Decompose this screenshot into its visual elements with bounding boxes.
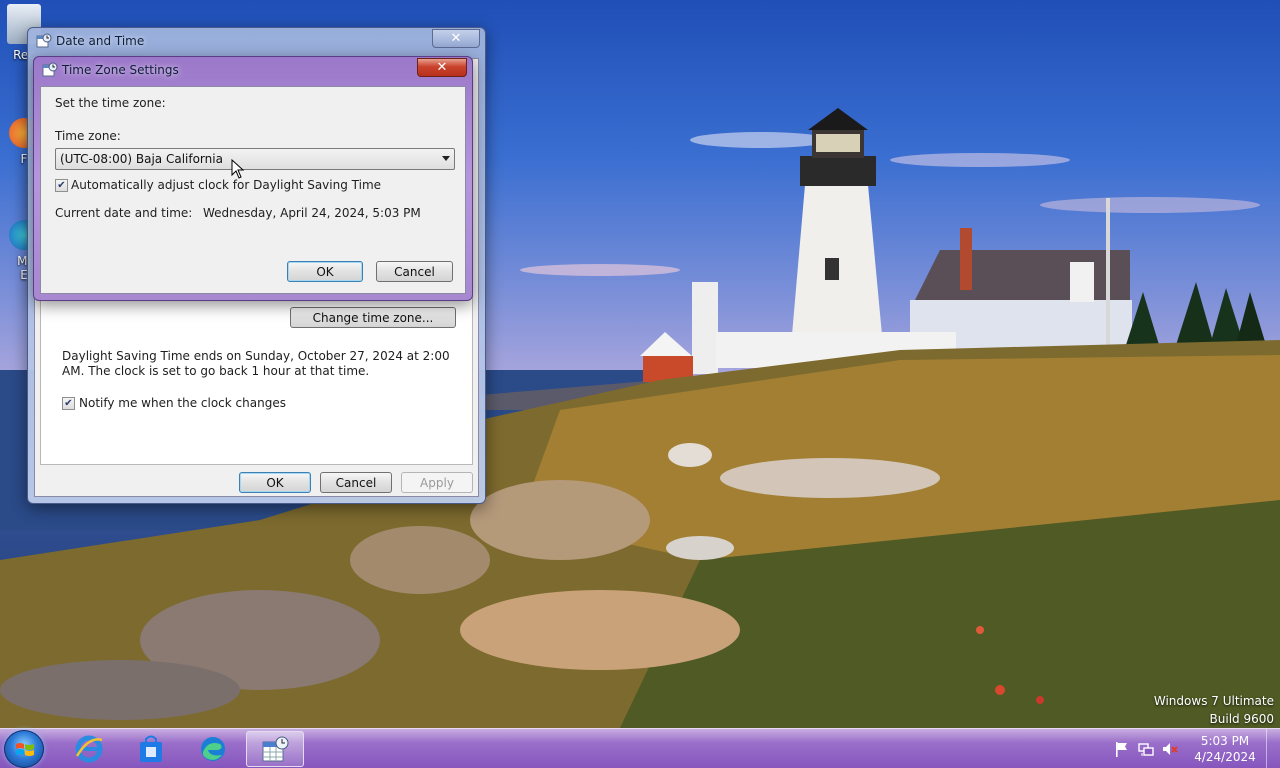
current-date-time-value: Wednesday, April 24, 2024, 5:03 PM <box>203 206 421 220</box>
change-time-zone-button[interactable]: Change time zone... <box>290 307 456 328</box>
checkmark-icon: ✔ <box>64 397 73 409</box>
os-watermark: Windows 7 Ultimate Build 9600 <box>1154 692 1274 728</box>
mouse-pointer-icon <box>231 159 245 179</box>
show-desktop-button[interactable] <box>1266 729 1280 768</box>
windows-logo-icon <box>16 743 34 756</box>
apply-button[interactable]: Apply <box>401 472 473 493</box>
taskbar-clock[interactable]: 5:03 PM 4/24/2024 <box>1188 733 1262 765</box>
taskbar-item-edge[interactable] <box>186 731 240 767</box>
watermark-edition: Windows 7 Ultimate <box>1153 694 1274 708</box>
cancel-button[interactable]: Cancel <box>376 261 453 282</box>
close-icon: ✕ <box>436 60 448 75</box>
current-date-time-label: Current date and time: <box>55 206 193 220</box>
store-icon <box>140 735 162 762</box>
taskbar-item-internet-explorer[interactable] <box>62 731 116 767</box>
clock-date: 4/24/2024 <box>1194 750 1256 764</box>
ok-button[interactable]: OK <box>287 261 363 282</box>
watermark-build: Build 9600 <box>1209 712 1274 726</box>
taskbar-item-date-time[interactable] <box>246 731 304 767</box>
auto-dst-checkbox[interactable]: ✔ <box>55 179 68 192</box>
ie-icon <box>75 735 103 763</box>
date-time-icon <box>36 33 52 48</box>
edge-icon <box>201 737 225 761</box>
time-zone-settings-window: Time Zone Settings ✕ Set the time zone: … <box>33 56 473 301</box>
window-title: Date and Time <box>56 34 145 48</box>
dialog-body: Set the time zone: Time zone: (UTC-08:00… <box>40 86 466 294</box>
cancel-button[interactable]: Cancel <box>320 472 392 493</box>
titlebar[interactable]: Date and Time <box>28 28 485 54</box>
network-icon[interactable] <box>1137 740 1155 758</box>
notify-checkbox[interactable]: ✔ <box>62 397 75 410</box>
dst-info-text: Daylight Saving Time ends on Sunday, Oct… <box>62 349 450 378</box>
window-title: Time Zone Settings <box>62 63 179 77</box>
volume-muted-icon[interactable] <box>1161 740 1179 758</box>
checkmark-icon: ✔ <box>57 179 66 191</box>
flag-icon[interactable] <box>1113 740 1131 758</box>
ok-button[interactable]: OK <box>239 472 311 493</box>
time-zone-dropdown[interactable]: (UTC-08:00) Baja California <box>55 148 455 170</box>
auto-dst-label: Automatically adjust clock for Daylight … <box>71 178 382 192</box>
start-button[interactable] <box>4 730 44 768</box>
set-time-zone-label: Set the time zone: <box>55 96 166 110</box>
titlebar[interactable]: Time Zone Settings <box>34 57 472 83</box>
close-button[interactable]: ✕ <box>432 29 480 48</box>
chevron-down-icon <box>442 156 450 161</box>
clock-time: 5:03 PM <box>1200 734 1250 748</box>
taskbar-item-store[interactable] <box>124 731 178 767</box>
taskbar: 5:03 PM 4/24/2024 <box>0 728 1280 768</box>
calendar-clock-icon <box>262 736 289 762</box>
close-icon: ✕ <box>450 31 462 46</box>
notify-label: Notify me when the clock changes <box>79 396 286 410</box>
time-zone-label: Time zone: <box>55 129 121 143</box>
close-button[interactable]: ✕ <box>417 58 467 77</box>
system-tray: 5:03 PM 4/24/2024 <box>1110 729 1280 768</box>
date-time-icon <box>42 62 58 77</box>
time-zone-selected-value: (UTC-08:00) Baja California <box>60 152 223 166</box>
